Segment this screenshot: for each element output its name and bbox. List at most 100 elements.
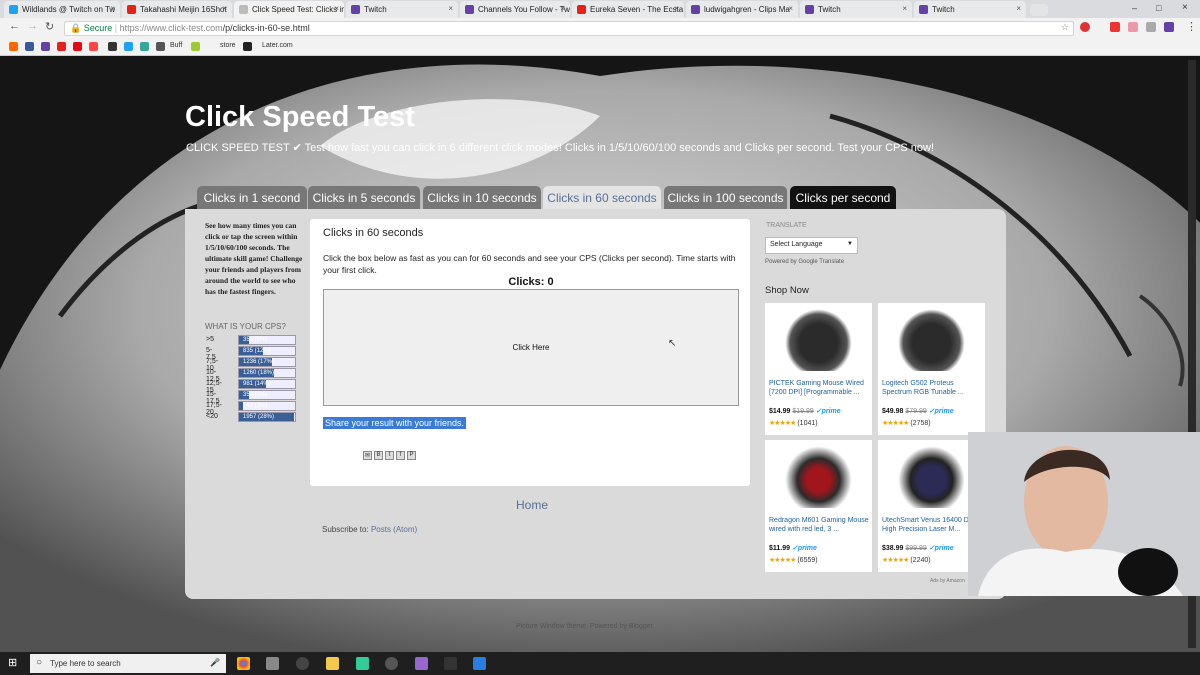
app-icon[interactable] <box>385 657 398 670</box>
tab-clicks-in-100-seconds[interactable]: Clicks in 100 seconds <box>664 186 787 210</box>
click-box[interactable]: Click Here <box>323 289 739 406</box>
amazon-icon[interactable] <box>243 42 252 51</box>
close-icon[interactable]: × <box>902 4 907 13</box>
tab-clicks-in-60-seconds[interactable]: Clicks in 60 seconds <box>543 186 661 210</box>
close-icon[interactable]: × <box>448 4 453 13</box>
browser-tab[interactable]: ludwigahgren - Clips Ma × <box>686 1 798 18</box>
bookmark-later[interactable]: Later.com <box>262 42 293 49</box>
browser-tab[interactable]: Twitch × <box>346 1 458 18</box>
twitch-icon <box>691 5 700 14</box>
subscribe-link[interactable]: Posts (Atom) <box>371 525 417 534</box>
close-icon[interactable]: × <box>1016 4 1021 13</box>
extension-icon[interactable] <box>1110 22 1120 32</box>
bookmark-buff[interactable]: Buff <box>170 42 182 49</box>
bookmark-icon[interactable] <box>108 42 117 51</box>
twitter-icon[interactable] <box>124 42 133 51</box>
browser-tab[interactable]: Wildlands @ Twitch on Tw × <box>4 1 120 18</box>
close-icon[interactable]: × <box>788 4 793 13</box>
twitter-share-icon[interactable]: t <box>385 451 394 460</box>
menu-icon[interactable]: ⋮ <box>1186 20 1197 33</box>
tab-title: Wildlands @ Twitch on Tw <box>22 5 116 14</box>
new-tab-button[interactable] <box>1030 4 1048 16</box>
prime-badge: ✓prime <box>791 545 817 552</box>
subscribe-prefix: Subscribe to: <box>322 525 369 534</box>
product-card[interactable]: PICTEK Gaming Mouse Wired [7200 DPI] [Pr… <box>765 303 872 435</box>
facebook-share-icon[interactable]: f <box>396 451 405 460</box>
browser-tab[interactable]: Takahashi Meijin 16Shot × <box>122 1 232 18</box>
bookmark-icon[interactable] <box>89 42 98 51</box>
back-icon[interactable]: ← <box>9 20 20 32</box>
pinterest-share-icon[interactable]: P <box>407 451 416 460</box>
poll-option-label: <20 <box>206 413 218 420</box>
bookmark-store[interactable]: store <box>220 42 236 49</box>
bookmark-icon[interactable] <box>191 42 200 51</box>
ads-by-amazon[interactable]: Ads by Amazon <box>930 578 965 584</box>
blog-share-icon[interactable]: B <box>374 451 383 460</box>
windows-start-icon[interactable]: ⊞ <box>8 656 17 669</box>
bookmark-icon[interactable] <box>140 42 149 51</box>
microphone-icon[interactable]: 🎤 <box>210 658 220 667</box>
browser-tab[interactable]: Twitch × <box>914 1 1026 18</box>
reload-icon[interactable]: ↻ <box>45 20 54 33</box>
mail-icon[interactable] <box>266 657 279 670</box>
extension-icon[interactable] <box>1128 22 1138 32</box>
app-icon[interactable] <box>473 657 486 670</box>
taskbar-search[interactable]: ○ Type here to search 🎤 <box>30 654 226 673</box>
close-window-button[interactable]: × <box>1182 2 1188 13</box>
close-icon[interactable]: × <box>334 4 339 13</box>
url-bar[interactable]: 🔒 Secure | https://www.click-test.com/p/… <box>64 21 1074 36</box>
price: $38.99 <box>882 545 904 552</box>
browser-tab[interactable]: Twitch × <box>800 1 912 18</box>
home-link[interactable]: Home <box>516 498 548 512</box>
product-name[interactable]: PICTEK Gaming Mouse Wired [7200 DPI] [Pr… <box>769 379 869 399</box>
product-card[interactable]: Redragon M601 Gaming Mouse wired with re… <box>765 440 872 572</box>
language-select[interactable]: Select Language ▼ <box>765 237 858 254</box>
twitch-icon[interactable] <box>41 42 50 51</box>
browser-tab[interactable]: Channels You Follow - Tw × <box>460 1 570 18</box>
extension-icon[interactable] <box>1080 22 1090 32</box>
product-name[interactable]: Logitech G502 Proteus Spectrum RGB Tunab… <box>882 379 982 399</box>
star-rating-icon: ★★★★★ <box>882 557 909 564</box>
close-icon[interactable]: × <box>110 4 115 13</box>
chrome-icon[interactable] <box>237 657 250 670</box>
forward-icon[interactable]: → <box>27 20 38 32</box>
browser-tab-active[interactable]: Click Speed Test: Clicks in × <box>234 1 344 18</box>
minimize-button[interactable]: – <box>1132 3 1137 13</box>
poll-option-label: >5 <box>206 336 214 343</box>
review-count: (2240) <box>910 557 931 564</box>
bookmark-icon[interactable] <box>156 42 165 51</box>
product-card[interactable]: Logitech G502 Proteus Spectrum RGB Tunab… <box>878 303 985 435</box>
site-title[interactable]: Click Speed Test <box>185 101 415 134</box>
twitch-icon <box>465 5 474 14</box>
youtube-icon[interactable] <box>57 42 66 51</box>
poll-bar: 981 (14%) <box>238 379 296 389</box>
tab-clicks-in-10-seconds[interactable]: Clicks in 10 seconds <box>423 186 541 210</box>
tab-clicks-per-second[interactable]: Clicks per second <box>790 186 896 210</box>
tab-clicks-in-5-seconds[interactable]: Clicks in 5 seconds <box>308 186 420 210</box>
tab-clicks-in-1-second[interactable]: Clicks in 1 second <box>197 186 307 210</box>
browser-tab[interactable]: Eureka Seven - The Ecsta × <box>572 1 684 18</box>
close-icon[interactable]: × <box>560 4 565 13</box>
maximize-button[interactable]: □ <box>1156 3 1161 13</box>
close-icon[interactable]: × <box>222 4 227 13</box>
twitch-extension-icon[interactable] <box>1164 22 1174 32</box>
extension-icon[interactable] <box>1146 22 1156 32</box>
settings-icon[interactable] <box>296 657 309 670</box>
app-icon[interactable] <box>444 657 457 670</box>
twitch-icon <box>351 5 360 14</box>
product-name[interactable]: Redragon M601 Gaming Mouse wired with re… <box>769 516 869 536</box>
facebook-icon[interactable] <box>25 42 34 51</box>
close-icon[interactable]: × <box>674 4 679 13</box>
youtube-icon <box>577 5 586 14</box>
file-explorer-icon[interactable] <box>326 657 339 670</box>
netflix-icon[interactable] <box>73 42 82 51</box>
subscribe-line: Subscribe to: Posts (Atom) <box>322 525 417 534</box>
product-name[interactable]: UtechSmart Venus 16400 DPI High Precisio… <box>882 516 982 536</box>
star-rating-icon: ★★★★★ <box>769 420 796 427</box>
bookmark-icon[interactable] <box>9 42 18 51</box>
app-icon[interactable] <box>415 657 428 670</box>
poll-votes: 835 (12%) <box>243 348 271 354</box>
email-share-icon[interactable]: ✉ <box>363 451 372 460</box>
bookmark-star-icon[interactable]: ☆ <box>1061 22 1069 33</box>
drive-icon[interactable] <box>356 657 369 670</box>
